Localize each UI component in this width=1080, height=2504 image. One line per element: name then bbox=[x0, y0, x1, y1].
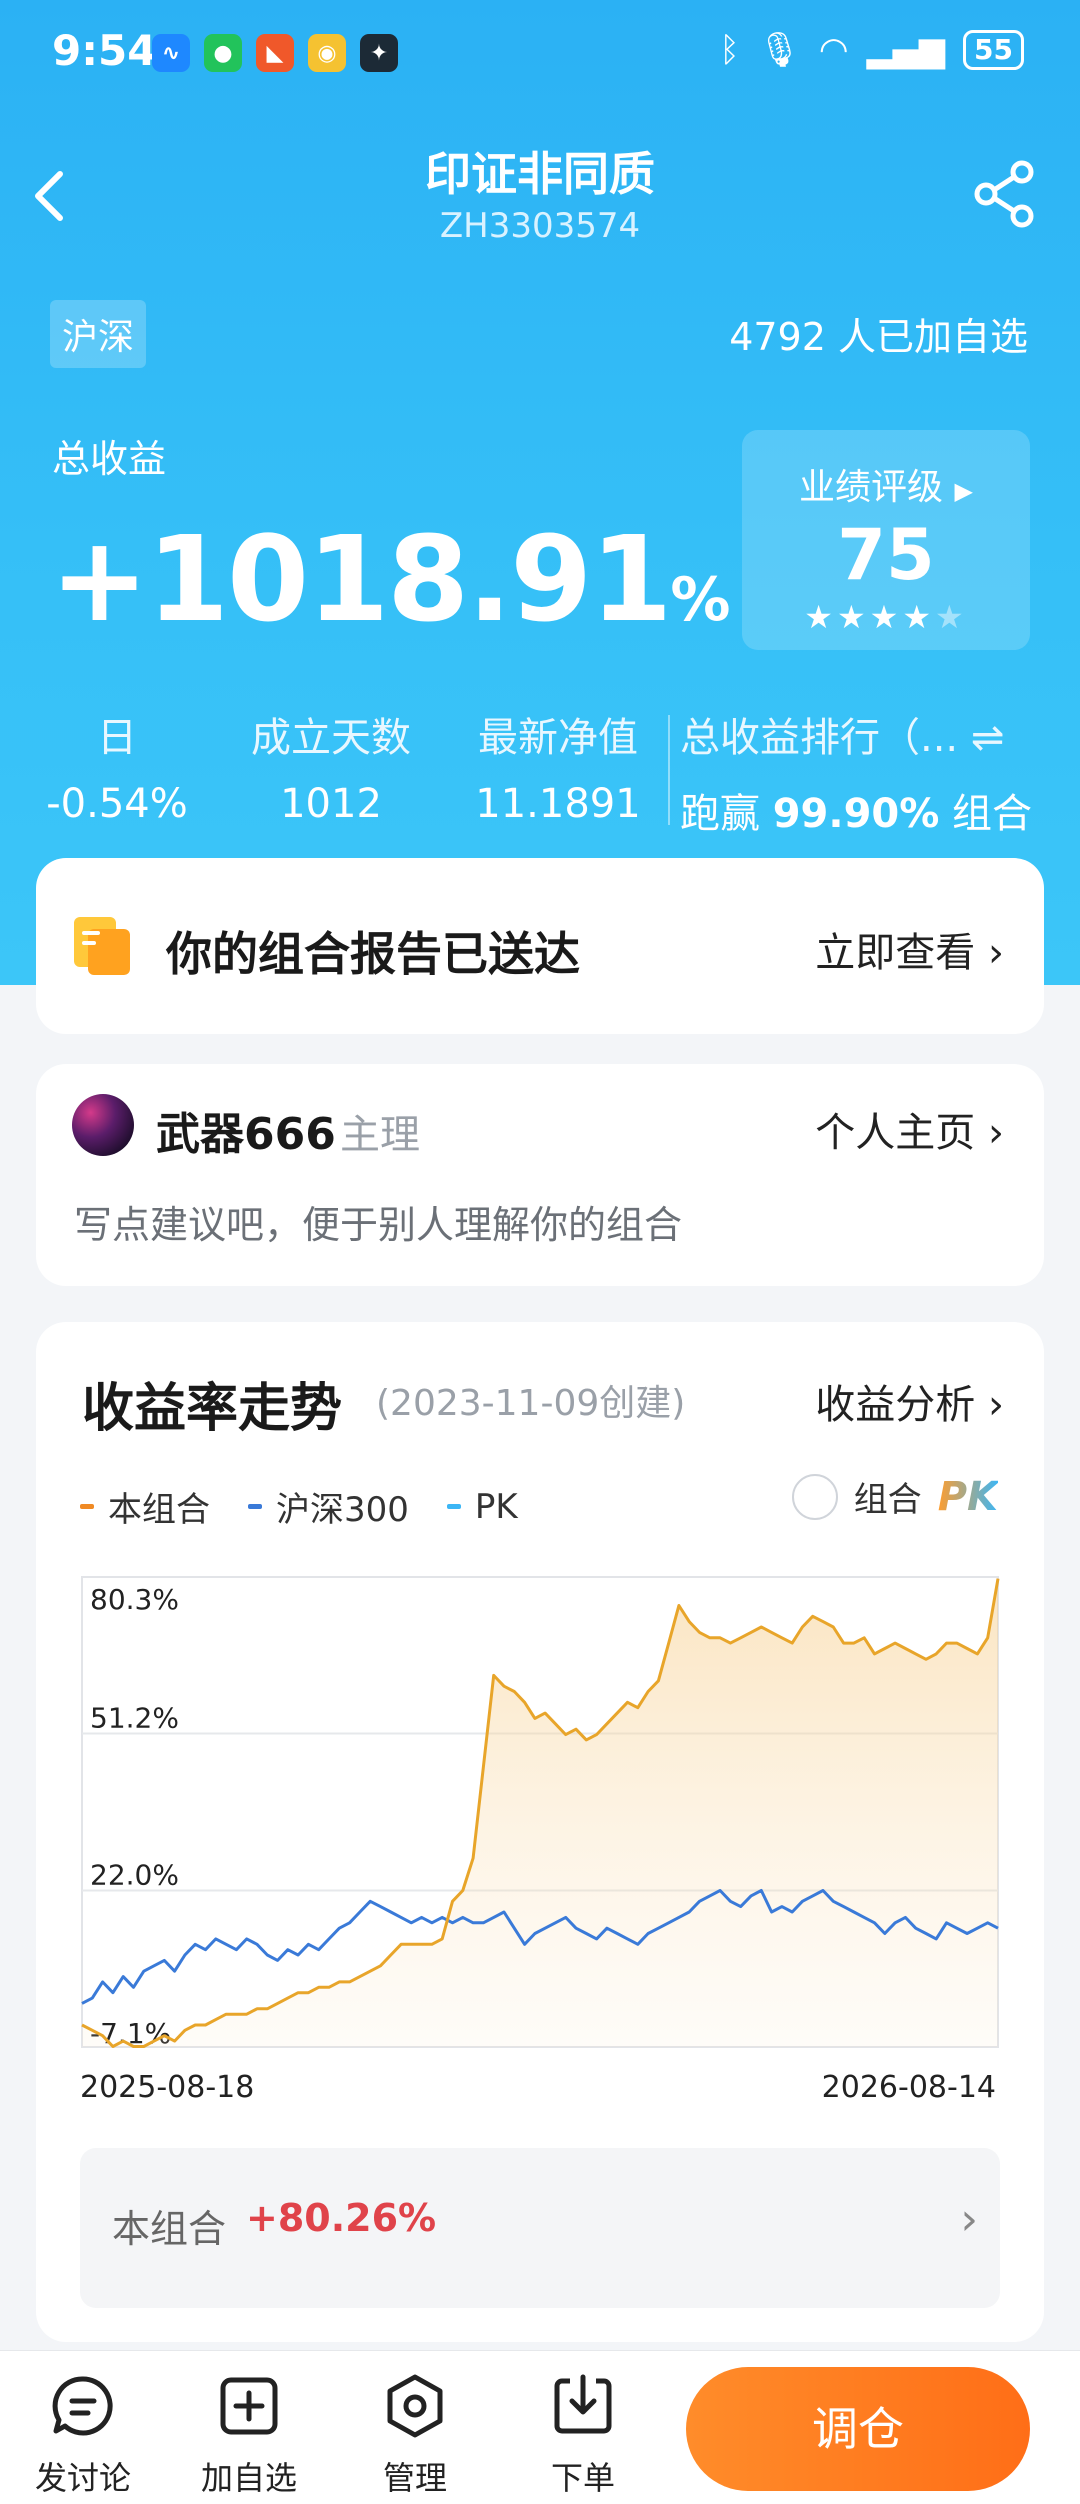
status-bar: 9:54 ∿ ● ◣ ◉ ✦ ᛒ 🎙︎ ◠ ▂▄▆ 55 bbox=[0, 0, 1080, 104]
stat-latest-nav: 最新净值 11.1891 bbox=[460, 705, 656, 827]
total-return-label: 总收益 bbox=[52, 437, 167, 481]
bluetooth-icon: ᛒ bbox=[719, 30, 740, 70]
tab-add-watchlist[interactable]: 加自选 bbox=[184, 2371, 314, 2499]
divider bbox=[668, 715, 670, 825]
return-analysis-link[interactable]: 收益分析 › bbox=[815, 1372, 1004, 1430]
battery-icon: 55 bbox=[963, 30, 1024, 70]
order-icon bbox=[554, 2374, 612, 2434]
pk-toggle[interactable]: 组合 PK bbox=[791, 1472, 998, 1521]
created-date: (2023-11-09创建) bbox=[376, 1383, 686, 1424]
play-arrow-icon: ▶ bbox=[954, 477, 973, 505]
share-button[interactable] bbox=[970, 158, 1040, 230]
legend-item-csi300[interactable]: 沪深300 bbox=[248, 1482, 409, 1531]
legend-swatch bbox=[446, 1504, 461, 1509]
y-tick-label: 51.2% bbox=[90, 1701, 179, 1734]
suggestion-hint[interactable]: 写点建议吧，便于别人理解你的组合 bbox=[74, 1194, 682, 1249]
stat-label: 日 bbox=[97, 715, 137, 761]
y-tick-label: 80.3% bbox=[90, 1583, 179, 1616]
x-axis-end-label: 2026-08-14 bbox=[821, 2070, 996, 2105]
tab-order[interactable]: 下单 bbox=[518, 2371, 648, 2499]
stat-value: -0.54% bbox=[46, 781, 188, 827]
owner-name[interactable]: 武器666 bbox=[156, 1098, 336, 1162]
rank-value: 跑赢 99.90% 组合 bbox=[680, 791, 1033, 837]
chevron-right-icon: › bbox=[960, 2194, 978, 2245]
star-icon: ★ bbox=[804, 598, 837, 636]
wechat-icon: ● bbox=[204, 34, 242, 72]
tab-discuss[interactable]: 发讨论 bbox=[18, 2371, 148, 2499]
portfolio-code: ZH3303574 bbox=[439, 206, 641, 246]
total-return-value: +1018.91% bbox=[50, 510, 730, 648]
star-icon: ★ bbox=[869, 598, 903, 636]
rebalance-button[interactable]: 调仓 bbox=[686, 2367, 1030, 2491]
owner-role: 主理 bbox=[340, 1112, 420, 1158]
report-text: 你的组合报告已送达 bbox=[166, 927, 580, 981]
app-notification-icon: ∿ bbox=[152, 34, 190, 72]
tab-manage[interactable]: 管理 bbox=[350, 2371, 480, 2499]
rating-score: 75 bbox=[837, 514, 935, 596]
notification-icons: ∿ ● ◣ ◉ ✦ bbox=[152, 34, 398, 72]
profile-link[interactable]: 个人主页 › bbox=[815, 1100, 1004, 1158]
bottom-action-bar: 发讨论 加自选 管理 下单 调仓 bbox=[0, 2350, 1080, 2504]
legend-item-portfolio[interactable]: 本组合 bbox=[80, 1482, 210, 1531]
pk-radio[interactable] bbox=[791, 1473, 838, 1520]
app-notification-icon: ✦ bbox=[360, 34, 398, 72]
wifi-icon: ◠ bbox=[818, 30, 849, 70]
view-now-link[interactable]: 立即查看 › bbox=[815, 920, 1004, 978]
portfolio-title: 印证非同质 bbox=[425, 147, 655, 201]
chart-legend: 本组合 沪深300 PK bbox=[80, 1482, 518, 1531]
chevron-right-icon: › bbox=[988, 1110, 1004, 1156]
total-return-number: +1018.91 bbox=[50, 510, 672, 648]
portfolio-summary-row[interactable]: 本组合 +80.26% › bbox=[80, 2148, 1000, 2308]
chevron-right-icon: › bbox=[988, 1382, 1004, 1428]
rank-label: 总收益排行（... ⇌ bbox=[680, 715, 1005, 761]
system-icons: ᛒ 🎙︎ ◠ ▂▄▆ 55 bbox=[719, 30, 1024, 70]
y-tick-label: 22.0% bbox=[90, 1859, 179, 1892]
return-line-chart[interactable]: 80.3%51.2%22.0%-7.1% bbox=[36, 1537, 1044, 2057]
mic-icon: 🎙︎ bbox=[757, 30, 801, 70]
owner-card: 武器666 主理 个人主页 › 写点建议吧，便于别人理解你的组合 bbox=[36, 1064, 1044, 1286]
weibo-icon: ◉ bbox=[308, 34, 346, 72]
stat-label: 成立天数 bbox=[251, 715, 411, 761]
discuss-icon bbox=[52, 2376, 113, 2436]
swap-icon: ⇌ bbox=[970, 715, 1005, 761]
signal-icon: ▂▄▆ bbox=[866, 30, 946, 70]
chart-title: 收益率走势 bbox=[82, 1379, 343, 1439]
stat-value: 11.1891 bbox=[475, 781, 641, 827]
star-icon: ★ bbox=[902, 598, 936, 636]
app-notification-icon: ◣ bbox=[256, 34, 294, 72]
followers-count: 4792 人已加自选 bbox=[729, 315, 1028, 359]
summary-label: 本组合 bbox=[112, 2207, 227, 2251]
stat-value: 1012 bbox=[280, 781, 382, 827]
legend-swatch bbox=[248, 1504, 262, 1509]
market-tag: 沪深 bbox=[50, 300, 147, 368]
stats-row: 日 -0.54% 成立天数 1012 最新净值 11.1891 总收益排行（..… bbox=[0, 705, 1080, 837]
return-chart-card: 收益率走势 (2023-11-09创建) 收益分析 › 本组合 沪深300 PK… bbox=[36, 1322, 1044, 2342]
share-icon bbox=[974, 160, 1034, 228]
stat-days-established: 成立天数 1012 bbox=[236, 705, 426, 827]
rating-stars: ★★★★★ bbox=[742, 598, 1030, 636]
rating-label: 业绩评级 ▶ bbox=[799, 467, 973, 508]
status-time: 9:54 bbox=[52, 26, 157, 75]
portfolio-area bbox=[82, 1578, 998, 2047]
pk-label: PK bbox=[937, 1473, 998, 1520]
legend-item-pk[interactable]: PK bbox=[446, 1482, 518, 1531]
x-axis-start-label: 2025-08-18 bbox=[80, 2070, 255, 2105]
add-watchlist-icon bbox=[220, 2377, 278, 2435]
summary-value: +80.26% bbox=[246, 2196, 437, 2240]
star-empty-icon: ★ bbox=[935, 598, 968, 636]
manage-icon bbox=[387, 2374, 443, 2438]
stat-day: 日 -0.54% bbox=[32, 705, 202, 827]
return-rank[interactable]: 总收益排行（... ⇌ 跑赢 99.90% 组合 bbox=[680, 705, 1040, 839]
legend-swatch bbox=[80, 1504, 94, 1509]
star-icon: ★ bbox=[836, 598, 870, 636]
chevron-right-icon: › bbox=[988, 930, 1004, 976]
avatar[interactable] bbox=[72, 1094, 134, 1156]
stat-label: 最新净值 bbox=[478, 715, 638, 761]
report-icon bbox=[74, 917, 130, 975]
performance-rating-card[interactable]: 业绩评级 ▶ 75 ★★★★★ bbox=[742, 430, 1030, 650]
total-return-unit: % bbox=[670, 565, 730, 635]
report-card[interactable]: 你的组合报告已送达 立即查看 › bbox=[36, 858, 1044, 1034]
